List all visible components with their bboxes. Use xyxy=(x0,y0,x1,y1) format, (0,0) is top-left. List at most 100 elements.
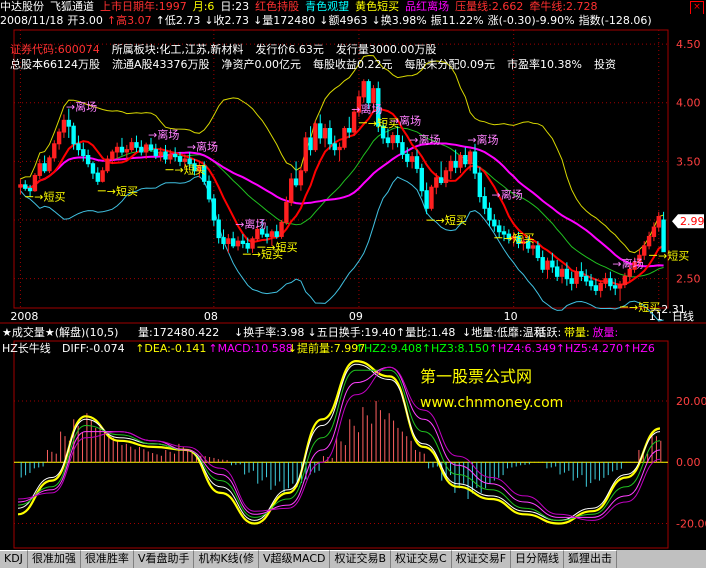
stock-code: 证券代码:600074 xyxy=(10,43,100,56)
signal-label-14: →离场 xyxy=(467,132,498,146)
volume-item-6: 带量: xyxy=(564,326,590,339)
candle-body-45 xyxy=(235,240,241,247)
tab-3[interactable]: V看盘助手 xyxy=(133,550,195,568)
candle-body-88 xyxy=(443,170,449,183)
candle-body-25 xyxy=(139,146,144,153)
candle-body-42 xyxy=(221,237,226,244)
candle-body-3 xyxy=(32,174,38,192)
candle-body-72 xyxy=(366,81,371,104)
candle-body-8 xyxy=(56,131,62,145)
candle-body-29 xyxy=(158,151,163,157)
fundamental-1-0: 总股本66124万股 xyxy=(10,58,100,71)
candle-body-73 xyxy=(371,88,376,104)
candle-body-15 xyxy=(90,163,96,174)
macd-item-4: ↑HZ2:9.408 xyxy=(355,342,422,355)
tab-5[interactable]: V超级MACD xyxy=(258,550,331,568)
candle-body-58 xyxy=(298,170,304,186)
candle-body-95 xyxy=(477,172,483,198)
candle-body-80 xyxy=(405,153,410,162)
candle-body-97 xyxy=(487,207,492,221)
fundamentals-row-0: 证券代码:600074 所属板块:化工,江苏,新材料 发行价6.63元 发行量3000… xyxy=(10,42,628,57)
candle-body-61 xyxy=(313,123,318,151)
signal-label-11: →离场 xyxy=(390,114,421,128)
candle-body-107 xyxy=(535,245,541,259)
candle-body-20 xyxy=(114,146,120,153)
candle-body-19 xyxy=(110,151,115,160)
macd-item-3: ↓提前量:7.997 xyxy=(288,341,365,355)
candle-body-130 xyxy=(646,235,652,247)
tab-6[interactable]: 权证交易B xyxy=(330,550,392,568)
candle-body-83 xyxy=(419,167,424,192)
candle-body-10 xyxy=(66,119,71,127)
candle-body-6 xyxy=(47,157,52,172)
fundamental-0-1: 发行价6.63元 xyxy=(255,43,324,56)
candle-body-14 xyxy=(85,155,91,165)
candle-body-108 xyxy=(540,257,545,270)
candle-body-121 xyxy=(603,278,608,284)
candle-body-78 xyxy=(395,135,400,144)
current-price-label: 2.99 xyxy=(680,215,705,228)
candle-body-120 xyxy=(598,282,603,291)
candle-body-122 xyxy=(608,278,613,287)
candle-body-63 xyxy=(322,128,328,139)
candle-body-87 xyxy=(438,177,444,183)
candle-body-27 xyxy=(148,144,154,151)
volume-item-1: ↓换手率:3.98 xyxy=(234,325,304,339)
chart-canvas[interactable]: 2.503.003.504.004.50200808091011日线→短买→离场… xyxy=(0,0,706,550)
candle-body-39 xyxy=(206,180,212,200)
candle-body-51 xyxy=(264,233,270,237)
tab-8[interactable]: 权证交易F xyxy=(451,550,512,568)
date-label-0: 2008 xyxy=(10,310,38,323)
candle-body-21 xyxy=(119,146,125,153)
candle-body-52 xyxy=(269,231,275,237)
candle-body-44 xyxy=(231,238,236,247)
candle-body-33 xyxy=(177,156,183,162)
signal-label-9: →离场 xyxy=(351,102,382,116)
candle-body-12 xyxy=(76,143,81,151)
candle-body-99 xyxy=(496,225,502,233)
price-tick-2: 3.50 xyxy=(676,155,701,168)
candle-body-113 xyxy=(564,268,570,280)
candle-body-49 xyxy=(255,228,260,240)
tab-10[interactable]: 狐狸出击 xyxy=(564,550,618,568)
macd-item-2: ↑MACD:10.588 xyxy=(208,342,292,355)
candle-body-57 xyxy=(293,178,299,186)
fundamental-1-6: 投资 xyxy=(593,58,616,71)
signal-label-0: →短买 xyxy=(34,190,65,204)
candle-body-34 xyxy=(182,158,188,162)
candle-body-2 xyxy=(27,187,33,192)
tab-9[interactable]: 日分隔线 xyxy=(511,550,565,568)
candle-body-24 xyxy=(134,142,139,148)
candle-body-65 xyxy=(332,143,337,151)
candle-body-22 xyxy=(124,149,129,153)
candle-body-91 xyxy=(458,155,463,168)
fundamental-0-0: 所属板块:化工,江苏,新材料 xyxy=(111,43,244,56)
candle-body-55 xyxy=(284,201,289,223)
volume-item-3: ↑量比:1.48 xyxy=(396,326,455,339)
candle-body-66 xyxy=(337,146,342,151)
low-price-label: —2.31 xyxy=(650,303,686,316)
candle-body-119 xyxy=(593,285,599,291)
fundamental-1-4: 每股未分配0.09元 xyxy=(404,58,496,71)
candle-body-26 xyxy=(143,144,149,153)
signal-label-16: →短买 xyxy=(503,231,534,245)
tab-7[interactable]: 权证交易C xyxy=(391,550,452,568)
tab-1[interactable]: 很准加强 xyxy=(27,550,81,568)
volume-title: ★成交量★(解盘)(10,5) xyxy=(2,325,118,339)
tab-2[interactable]: 很准胜率 xyxy=(80,550,134,568)
candle-body-118 xyxy=(588,280,594,287)
tab-4[interactable]: 机构K线(修 xyxy=(194,550,259,568)
signal-label-8: →短买 xyxy=(266,240,297,254)
candle-body-112 xyxy=(559,268,565,277)
tab-0[interactable]: KDJ xyxy=(0,550,28,568)
candle-body-54 xyxy=(279,221,284,237)
volume-item-2: ↓五日换手:19.40 xyxy=(308,325,396,339)
date-label-3: 10 xyxy=(504,310,518,323)
macd-item-0: DIFF:-0.074 xyxy=(62,342,125,355)
candle-body-62 xyxy=(318,123,323,139)
candle-body-133 xyxy=(661,219,666,253)
candle-body-111 xyxy=(555,266,560,277)
volume-item-0: 量:172480.422 xyxy=(138,326,219,339)
candle-body-96 xyxy=(482,196,487,209)
candle-body-43 xyxy=(226,238,231,244)
